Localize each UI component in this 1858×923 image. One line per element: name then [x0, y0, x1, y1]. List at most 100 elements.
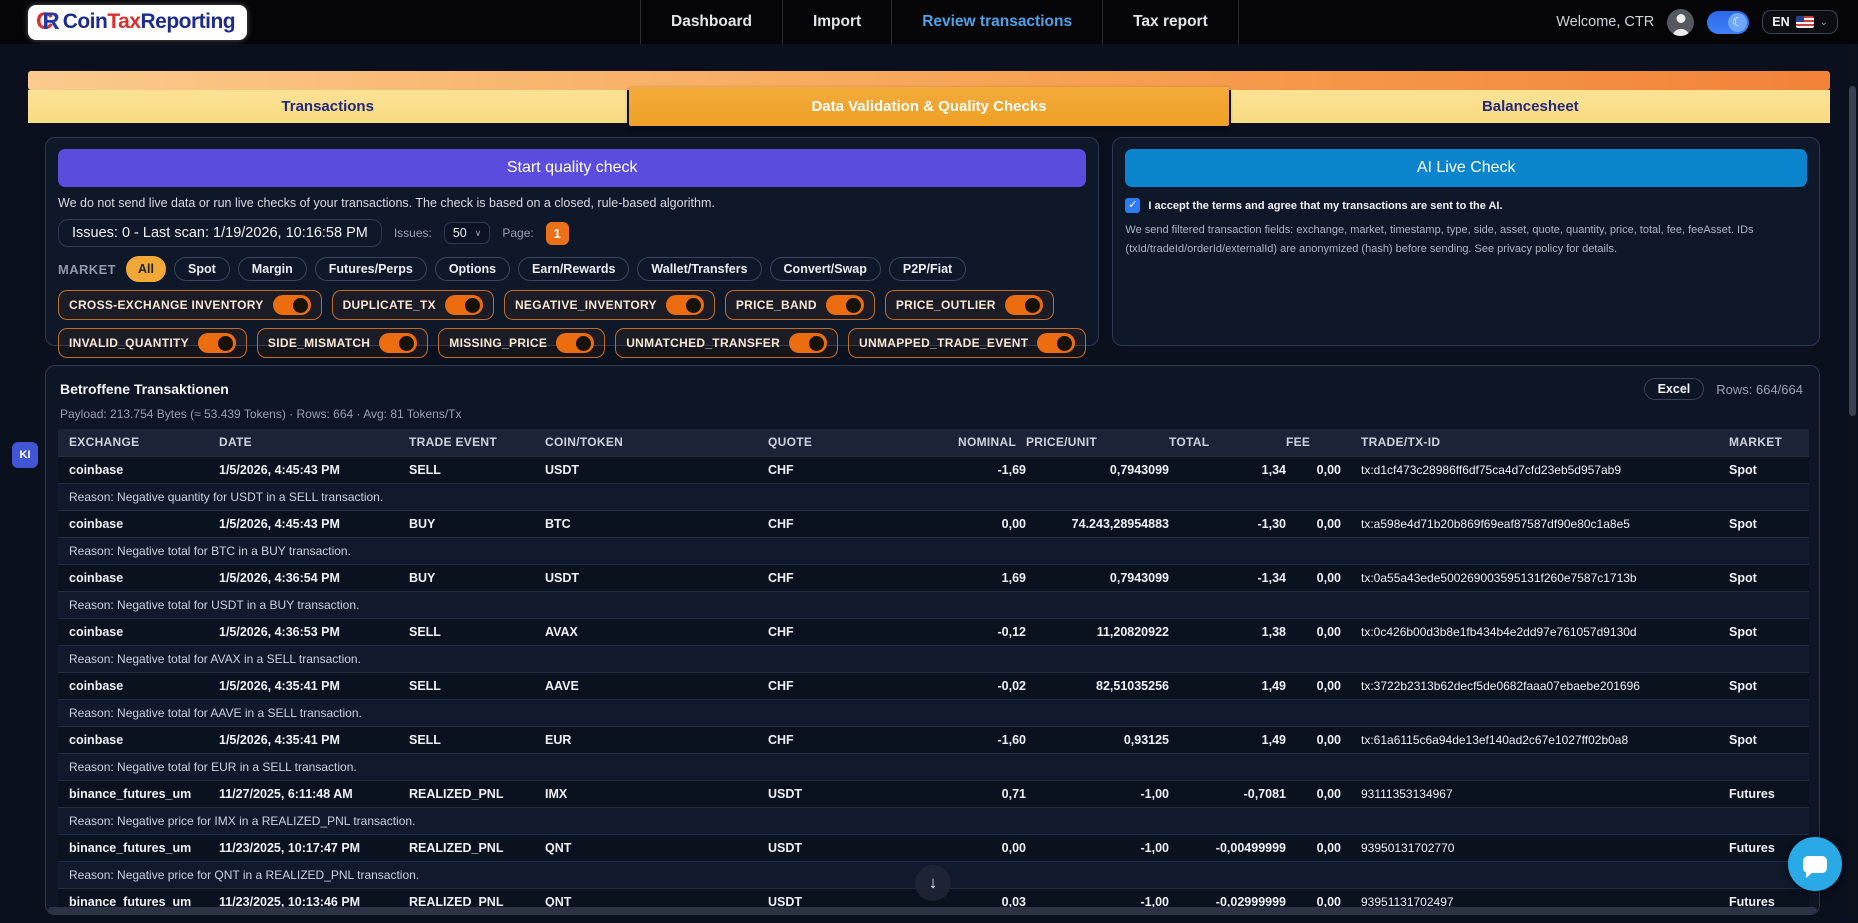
check-chip-unmatched-transfer[interactable]: UNMATCHED_TRANSFER [615, 328, 838, 358]
issues-row: Issues: 0 - Last scan: 1/19/2026, 10:16:… [58, 219, 1086, 247]
scrollbar-thumb[interactable] [1849, 86, 1856, 416]
check-chip-side-mismatch[interactable]: SIDE_MISMATCH [257, 328, 428, 358]
chevron-down-icon: ⌄ [1820, 17, 1828, 28]
table-row[interactable]: coinbase1/5/2026, 4:45:43 PMBUYBTCCHF0,0… [58, 510, 1809, 537]
col-trade-tx-id: TRADE/TX-ID [1341, 429, 1718, 456]
reason-row: Reason: Negative quantity for USDT in a … [58, 483, 1809, 510]
table-row[interactable]: binance_futures_um11/23/2025, 10:17:47 P… [58, 834, 1809, 861]
toggle-on-icon[interactable] [789, 333, 827, 353]
brand-logo[interactable]: CR CoinTaxReporting [28, 5, 247, 40]
market-pill-spot[interactable]: Spot [174, 257, 230, 281]
col-price-unit: PRICE/UNIT [1026, 429, 1169, 456]
market-pill-earn[interactable]: Earn/Rewards [518, 257, 629, 281]
market-label: MARKET [58, 262, 116, 277]
checks-row-1: CROSS-EXCHANGE INVENTORY DUPLICATE_TX NE… [58, 290, 1086, 320]
check-chip-missing-price[interactable]: MISSING_PRICE [438, 328, 605, 358]
check-chip-duplicate-tx[interactable]: DUPLICATE_TX [332, 290, 494, 320]
user-avatar-icon[interactable] [1667, 9, 1694, 36]
reason-row: Reason: Negative price for IMX in a REAL… [58, 807, 1809, 834]
check-chip-price-band[interactable]: PRICE_BAND [725, 290, 875, 320]
toggle-on-icon[interactable] [273, 295, 311, 315]
consent-row: ✓ I accept the terms and agree that my t… [1125, 198, 1807, 213]
excel-export-button[interactable]: Excel [1644, 378, 1705, 400]
chat-widget-button[interactable] [1788, 837, 1842, 891]
brand-monogram-icon: CR [36, 8, 58, 36]
table-row[interactable]: coinbase1/5/2026, 4:35:41 PMSELLEURCHF-1… [58, 726, 1809, 753]
table-row[interactable]: coinbase1/5/2026, 4:36:53 PMSELLAVAXCHF-… [58, 618, 1809, 645]
ai-live-check-panel: AI Live Check ✓ I accept the terms and a… [1112, 137, 1820, 346]
tab-transactions[interactable]: Transactions [28, 90, 627, 123]
toggle-on-icon[interactable] [556, 333, 594, 353]
main-nav: Dashboard Import Review transactions Tax… [640, 0, 1239, 44]
nav-item-tax-report[interactable]: Tax report [1102, 0, 1239, 44]
scroll-down-button[interactable]: ↓ [915, 865, 951, 901]
col-exchange: EXCHANGE [58, 429, 219, 456]
col-quote: QUOTE [768, 429, 958, 456]
check-chip-negative-inventory[interactable]: NEGATIVE_INVENTORY [504, 290, 715, 320]
quality-disclaimer: We do not send live data or run live che… [58, 196, 1086, 210]
check-chip-unmapped-trade-event[interactable]: UNMAPPED_TRADE_EVENT [848, 328, 1086, 358]
market-pill-p2p[interactable]: P2P/Fiat [889, 257, 966, 281]
issues-per-page-value: 50 [453, 226, 467, 240]
affected-transactions-panel: Betroffene Transaktionen Excel Rows: 664… [45, 365, 1820, 915]
market-filter-row: MARKET All Spot Margin Futures/Perps Opt… [58, 256, 1086, 282]
arrow-down-icon: ↓ [929, 873, 938, 893]
table-row[interactable]: coinbase1/5/2026, 4:45:43 PMSELLUSDTCHF-… [58, 456, 1809, 483]
welcome-text: Welcome, CTR [1556, 14, 1654, 30]
market-pill-futures[interactable]: Futures/Perps [315, 257, 427, 281]
market-pill-convert[interactable]: Convert/Swap [770, 257, 881, 281]
market-pill-all[interactable]: All [126, 256, 166, 282]
nav-item-review-transactions[interactable]: Review transactions [891, 0, 1102, 44]
toggle-on-icon[interactable] [198, 333, 236, 353]
reason-row: Reason: Negative total for USDT in a BUY… [58, 591, 1809, 618]
market-pill-options[interactable]: Options [435, 257, 510, 281]
section-tabs: Transactions Data Validation & Quality C… [28, 90, 1830, 123]
col-fee: FEE [1286, 429, 1341, 456]
toggle-on-icon[interactable] [1005, 295, 1043, 315]
toggle-on-icon[interactable] [379, 333, 417, 353]
ki-badge[interactable]: KI [12, 442, 38, 468]
check-chip-invalid-quantity[interactable]: INVALID_QUANTITY [58, 328, 247, 358]
issues-label: Issues: [394, 226, 432, 240]
page-scrollbar[interactable] [1848, 46, 1857, 916]
page-number-badge[interactable]: 1 [546, 222, 569, 245]
theme-toggle[interactable]: ☾ [1707, 11, 1749, 34]
check-chip-price-outlier[interactable]: PRICE_OUTLIER [885, 290, 1054, 320]
table-header-bar: Betroffene Transaktionen Excel Rows: 664… [46, 366, 1819, 400]
chevron-down-icon: ∨ [475, 228, 482, 239]
ai-live-check-button[interactable]: AI Live Check [1125, 149, 1807, 187]
consent-checkbox[interactable]: ✓ [1125, 198, 1140, 213]
market-pill-margin[interactable]: Margin [238, 257, 307, 281]
nav-item-dashboard[interactable]: Dashboard [640, 0, 782, 44]
tab-data-validation[interactable]: Data Validation & Quality Checks [629, 87, 1228, 126]
horizontal-scrollbar[interactable] [48, 907, 1817, 914]
transactions-table: EXCHANGE DATE TRADE EVENT COIN/TOKEN QUO… [58, 429, 1809, 915]
language-selector[interactable]: EN ⌄ [1762, 10, 1838, 34]
payload-summary: Payload: 213.754 Bytes (≈ 53.439 Tokens)… [46, 400, 1819, 429]
toggle-on-icon[interactable] [445, 295, 483, 315]
quality-check-panel: Start quality check We do not send live … [45, 137, 1099, 346]
checks-row-2: INVALID_QUANTITY SIDE_MISMATCH MISSING_P… [58, 328, 1086, 358]
table-header-row: EXCHANGE DATE TRADE EVENT COIN/TOKEN QUO… [58, 429, 1809, 456]
nav-right-cluster: Welcome, CTR ☾ EN ⌄ [1556, 9, 1846, 36]
toggle-on-icon[interactable] [666, 295, 704, 315]
start-quality-check-button[interactable]: Start quality check [58, 149, 1086, 187]
reason-row: Reason: Negative total for AVAX in a SEL… [58, 645, 1809, 672]
table-row[interactable]: coinbase1/5/2026, 4:36:54 PMBUYUSDTCHF1,… [58, 564, 1809, 591]
toggle-on-icon[interactable] [1037, 333, 1075, 353]
toggle-on-icon[interactable] [826, 295, 864, 315]
table-row[interactable]: binance_futures_um11/27/2025, 6:11:48 AM… [58, 780, 1809, 807]
reason-row: Reason: Negative total for BTC in a BUY … [58, 537, 1809, 564]
reason-row: Reason: Negative total for EUR in a SELL… [58, 753, 1809, 780]
col-nominal: NOMINAL [958, 429, 1026, 456]
market-pill-wallet[interactable]: Wallet/Transfers [637, 257, 761, 281]
brand-wordmark: CoinTaxReporting [63, 10, 235, 34]
table-row[interactable]: coinbase1/5/2026, 4:35:41 PMSELLAAVECHF-… [58, 672, 1809, 699]
nav-item-import[interactable]: Import [782, 0, 891, 44]
tab-balancesheet[interactable]: Balancesheet [1231, 90, 1830, 123]
col-market: MARKET [1718, 429, 1809, 456]
check-chip-cross-exchange-inventory[interactable]: CROSS-EXCHANGE INVENTORY [58, 290, 322, 320]
rows-counter: Rows: 664/664 [1716, 382, 1803, 397]
page-label: Page: [502, 226, 533, 240]
issues-per-page-select[interactable]: 50 ∨ [444, 222, 491, 244]
